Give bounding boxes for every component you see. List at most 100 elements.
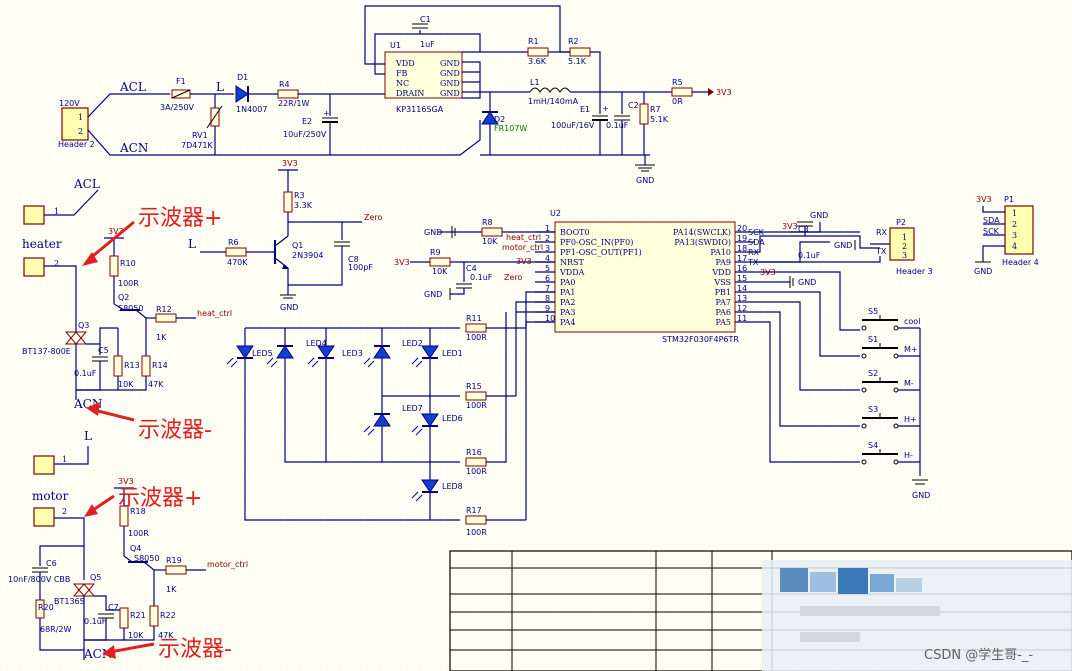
net-acl-top: ACL — [119, 80, 146, 94]
resistor-r7[interactable] — [639, 103, 649, 125]
r9-value: 10K — [432, 267, 448, 276]
led-label: LED6 — [442, 414, 463, 423]
u1-pin-drain: DRAIN — [396, 89, 424, 98]
d2-value: FR107W — [494, 124, 527, 133]
u2-right-pin-name: PA5 — [715, 318, 731, 327]
resistor-r22[interactable] — [149, 605, 159, 627]
u2-left-pin-num: 3 — [545, 244, 550, 253]
heater-conn-pin: 2 — [54, 259, 59, 268]
q3-value: BT137-800E — [22, 347, 71, 356]
header2-connector[interactable] — [61, 107, 89, 141]
net-motor: motor — [32, 489, 69, 503]
resistor-r17[interactable] — [465, 515, 487, 525]
net-3v3-u2: 3V3 — [516, 257, 532, 266]
u2-right-pin-name: PA14(SWCLK) — [673, 228, 731, 237]
resistor-r6[interactable] — [225, 247, 247, 257]
u2-right-pin-num: 20 — [737, 224, 747, 233]
header-p1[interactable] — [1004, 205, 1034, 255]
net-acn-top: ACN — [119, 141, 148, 155]
net-heater: heater — [22, 237, 62, 251]
resistor-r15[interactable] — [465, 391, 487, 401]
gnd-main: GND — [636, 176, 654, 185]
resistor-r1[interactable] — [527, 47, 549, 57]
r8-ref: R8 — [482, 218, 493, 227]
r12-value: 1K — [156, 333, 167, 342]
u2-right-pin-name: PA10 — [710, 248, 731, 257]
resistor-r10[interactable] — [109, 255, 119, 277]
resistor-r14[interactable] — [141, 355, 151, 377]
d2-ref: D2 — [494, 115, 505, 124]
net-3v3-r5: 3V3 — [716, 88, 732, 97]
r20-ref: R20 — [38, 603, 54, 612]
net-3v3-r18: 3V3 — [118, 477, 134, 486]
resistor-r2[interactable] — [569, 47, 591, 57]
motor-conn-pin: 2 — [62, 507, 67, 516]
resistor-r4[interactable] — [277, 89, 299, 99]
net-rx: RX — [876, 228, 888, 237]
p1-pin3: 3 — [1012, 231, 1017, 240]
u2-right-pin-name: PA7 — [715, 298, 731, 307]
resistor-r8[interactable] — [481, 227, 503, 237]
u1-pin-vdd: VDD — [395, 59, 415, 68]
r2-ref: R2 — [568, 37, 579, 46]
resistor-r3[interactable] — [283, 191, 293, 213]
u2-right-pin-num: 16 — [737, 264, 747, 273]
r11-value: 100R — [466, 333, 487, 342]
net-3v3-p1: 3V3 — [976, 195, 992, 204]
resistor-r12[interactable] — [155, 313, 177, 323]
c3-value: 0.1uF — [798, 251, 821, 260]
u2-left-pin-name: PF0-OSC_IN(PF0) — [560, 238, 633, 247]
r17-ref: R17 — [466, 506, 482, 515]
motor-connector[interactable] — [33, 507, 55, 527]
gnd-r8: GND — [424, 228, 442, 237]
acl-connector[interactable] — [23, 205, 45, 225]
u1-pin-fb: FB — [396, 69, 408, 78]
resistor-r9[interactable] — [429, 257, 451, 267]
resistor-r19[interactable] — [165, 565, 187, 575]
scope-minus-1: 示波器- — [138, 418, 212, 443]
u2-ref: U2 — [550, 209, 561, 218]
q5-ref: Q5 — [90, 573, 101, 582]
u2-left-pin-num: 5 — [545, 264, 550, 273]
u1-pin-gnd2: GND — [440, 69, 460, 78]
net-motor-ctrl: motor_ctrl — [207, 560, 248, 569]
net-acl-left: ACL — [73, 177, 100, 191]
u2-right-pin-name: VDD — [711, 268, 731, 277]
l-conn-pin: 1 — [62, 455, 67, 464]
e1-value: 100uF/16V — [551, 121, 595, 130]
resistor-r5[interactable] — [671, 87, 693, 97]
u1-pin-nc: NC — [396, 79, 409, 88]
heater-connector[interactable] — [23, 257, 45, 277]
u2-left-pin-name: PA3 — [560, 308, 576, 317]
l-connector[interactable] — [33, 455, 55, 475]
led-label: LED2 — [402, 339, 423, 348]
p2-name: Header 3 — [896, 267, 933, 276]
r20-value: 68R/2W — [40, 625, 72, 634]
net-3v3-c3: 3V3 — [782, 222, 798, 231]
resistor-r16[interactable] — [465, 457, 487, 467]
r5-ref: R5 — [672, 78, 683, 87]
f1-ref: F1 — [176, 77, 186, 86]
q1-ref: Q1 — [292, 241, 303, 250]
net-120v: 120V — [59, 99, 80, 108]
u2-right-pin-name: PA9 — [715, 258, 731, 267]
resistor-r13[interactable] — [113, 355, 123, 377]
switch-ref: S2 — [868, 369, 878, 378]
resistor-r21[interactable] — [119, 607, 129, 629]
u2-left-pin-name: PA2 — [560, 298, 576, 307]
resistor-r11[interactable] — [465, 323, 487, 333]
u2-left-pin-name: BOOT0 — [560, 228, 590, 237]
p1-name: Header 4 — [1002, 258, 1039, 267]
u2-right-pin-num: 17 — [737, 254, 747, 263]
r3-ref: R3 — [294, 191, 305, 200]
u2-right-pin-num: 18 — [737, 244, 747, 253]
c7-value: 0.1uF — [84, 617, 107, 626]
q2-value: S8050 — [118, 304, 143, 313]
u2-value: STM32F030F4P6TR — [662, 335, 739, 344]
c7-ref: C7 — [108, 603, 119, 612]
c1-value: 1uF — [420, 40, 435, 49]
r11-ref: R11 — [466, 314, 482, 323]
net-zero-in: Zero — [504, 273, 523, 282]
u2-left-pin-num: 6 — [545, 274, 550, 283]
u1-value: KP3116SGA — [396, 105, 444, 114]
